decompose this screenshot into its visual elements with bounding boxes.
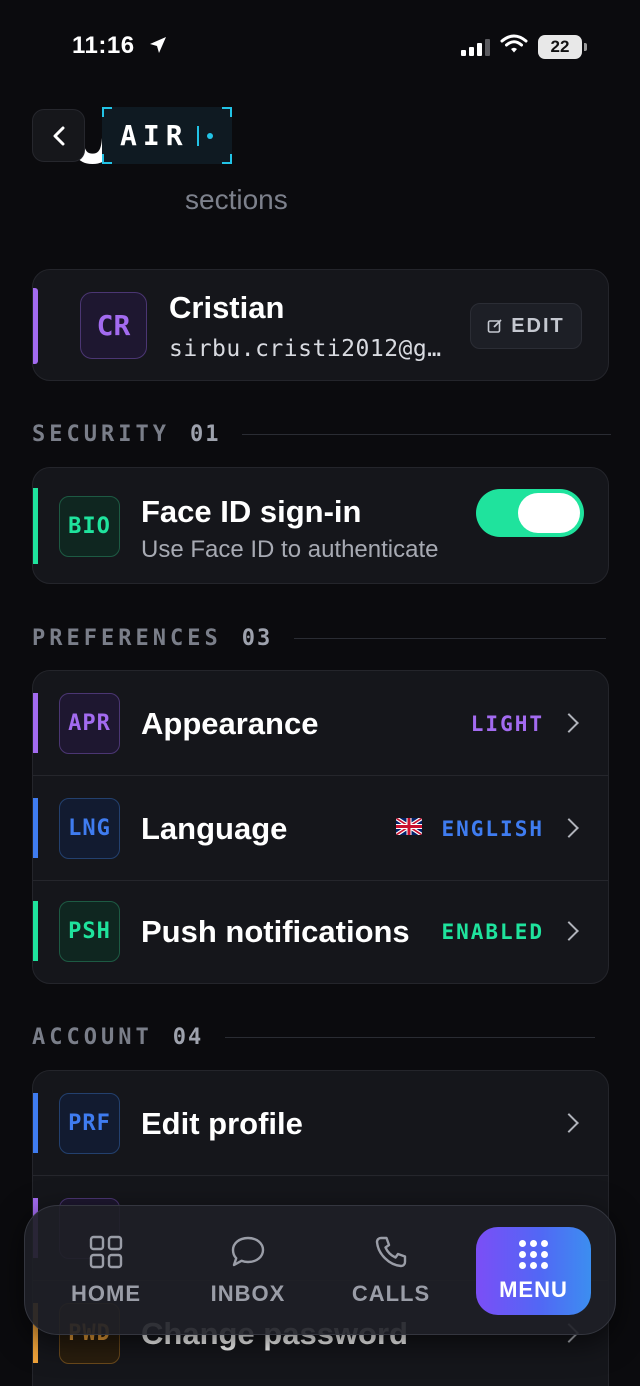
grid-icon: [89, 1235, 123, 1269]
face-id-code-badge: BIO: [59, 496, 120, 557]
language-row[interactable]: LNG Language ENGLISH: [33, 776, 608, 880]
appearance-row[interactable]: APR Appearance LIGHT: [33, 671, 608, 775]
chevron-right-icon: [559, 921, 579, 941]
edit-profile-code-badge: PRF: [59, 1093, 120, 1154]
preferences-section-header: PREFERENCES 03: [32, 626, 607, 651]
appearance-value: LIGHT: [470, 712, 544, 736]
profile-name: Cristian: [169, 290, 285, 325]
preferences-card: APR Appearance LIGHT LNG Language ENGLIS…: [32, 670, 609, 984]
face-id-toggle[interactable]: [476, 489, 584, 537]
section-title: SECURITY: [32, 422, 170, 447]
face-id-subtitle: Use Face ID to authenticate: [141, 536, 439, 563]
section-title: ACCOUNT: [32, 1025, 153, 1050]
status-time: 11:16: [72, 32, 168, 62]
language-title: Language: [141, 811, 288, 846]
clock-text: 11:16: [72, 32, 135, 59]
section-count: 01: [189, 422, 221, 447]
cellular-signal-icon: [461, 38, 490, 56]
section-count-label: sections: [185, 184, 288, 215]
push-notifications-row[interactable]: PSH Push notifications ENABLED: [33, 881, 608, 983]
nav-inbox-label: INBOX: [210, 1281, 286, 1306]
edit-icon: [487, 319, 502, 333]
avatar: CR: [80, 292, 147, 359]
chat-bubble-icon: [231, 1236, 265, 1267]
appearance-code-badge: APR: [59, 693, 120, 754]
face-id-card: BIO Face ID sign-in Use Face ID to authe…: [32, 467, 609, 584]
push-code-badge: PSH: [59, 901, 120, 962]
edit-profile-button[interactable]: EDIT: [470, 303, 582, 349]
nav-menu[interactable]: MENU: [476, 1227, 591, 1315]
back-button[interactable]: [32, 109, 85, 162]
location-arrow-icon: [148, 34, 168, 62]
edit-profile-row[interactable]: PRF Edit profile: [33, 1071, 608, 1175]
edit-label: EDIT: [511, 314, 565, 337]
section-count: 03: [241, 626, 273, 651]
nav-menu-label: MENU: [499, 1276, 568, 1302]
security-section-header: SECURITY 01: [32, 422, 612, 447]
language-code-badge: LNG: [59, 798, 120, 859]
section-count: 04: [172, 1025, 204, 1050]
uk-flag-icon: [396, 818, 422, 835]
logo-text: AIR: [120, 119, 189, 152]
profile-email: sirbu.cristi2012@g…: [169, 336, 442, 362]
section-title: PREFERENCES: [32, 626, 222, 651]
account-section-header: ACCOUNT 04: [32, 1025, 596, 1050]
phone-icon: [375, 1236, 407, 1268]
chevron-right-icon: [559, 818, 579, 838]
battery-icon: 22: [538, 34, 587, 59]
nav-inbox[interactable]: INBOX: [203, 1206, 293, 1336]
chevron-left-icon: [53, 126, 64, 145]
profile-card: CR Cristian sirbu.cristi2012@g… EDIT: [32, 269, 609, 381]
push-notifications-title: Push notifications: [141, 914, 410, 949]
status-indicators: 22: [461, 34, 587, 59]
nav-home[interactable]: HOME: [61, 1206, 151, 1336]
nav-calls[interactable]: CALLS: [346, 1206, 436, 1336]
air-logo: AIR: [102, 107, 232, 164]
appearance-title: Appearance: [141, 706, 319, 741]
nav-home-label: HOME: [71, 1281, 141, 1306]
edit-profile-title: Edit profile: [141, 1106, 303, 1141]
face-id-title: Face ID sign-in: [141, 494, 362, 529]
menu-dots-icon: [519, 1239, 548, 1269]
wifi-icon: [500, 34, 528, 59]
battery-level: 22: [550, 36, 570, 56]
language-value: ENGLISH: [441, 817, 544, 841]
chevron-right-icon: [559, 1113, 579, 1133]
chevron-right-icon: [559, 713, 579, 733]
push-notifications-value: ENABLED: [441, 920, 544, 944]
bottom-nav: HOME INBOX CALLS MENU: [24, 1205, 616, 1335]
nav-calls-label: CALLS: [351, 1281, 431, 1306]
